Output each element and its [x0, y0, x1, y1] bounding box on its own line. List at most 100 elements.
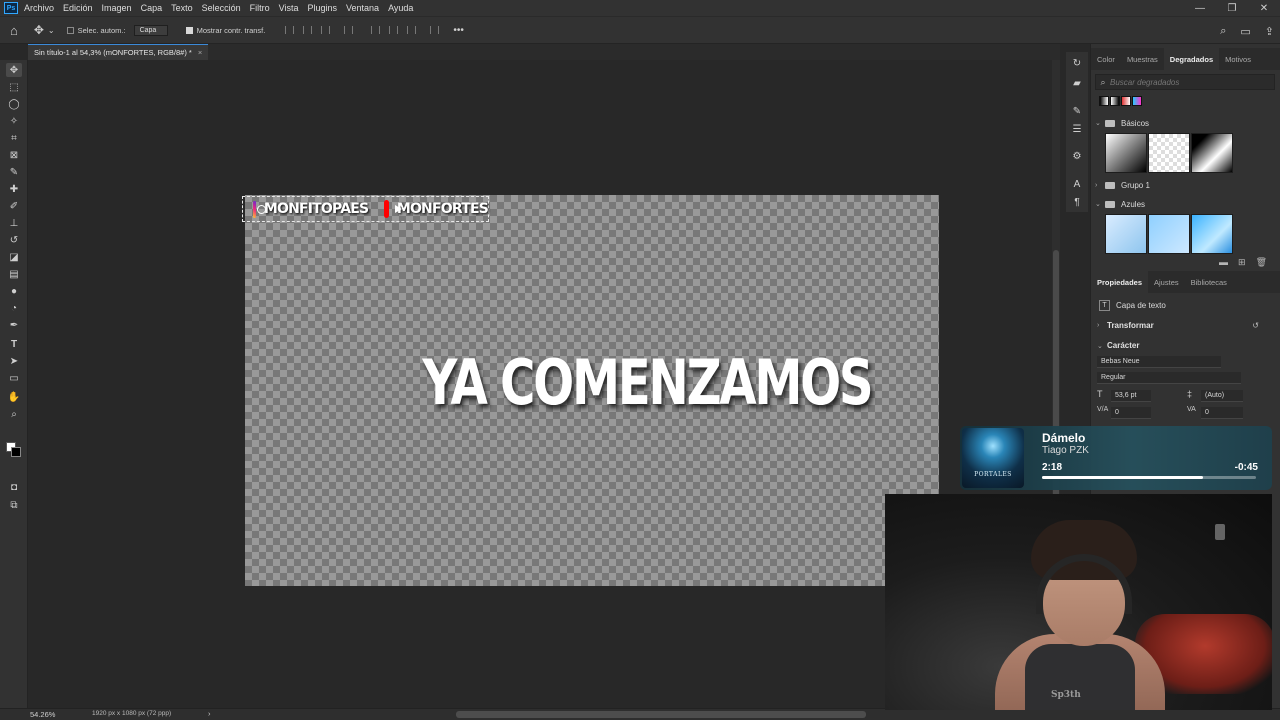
- comments-icon[interactable]: ▰: [1069, 76, 1085, 90]
- transform-section[interactable]: › Transformar ↺: [1097, 321, 1273, 330]
- restore-icon[interactable]: ❐: [1216, 0, 1248, 16]
- font-family-select[interactable]: Bebas Neue: [1097, 356, 1221, 368]
- zoom-level[interactable]: 54.26%: [30, 710, 55, 719]
- tab-muestras[interactable]: Muestras: [1121, 48, 1164, 70]
- align-left-icon[interactable]: [285, 26, 295, 34]
- recent-gradient[interactable]: [1099, 96, 1109, 106]
- headline-text[interactable]: YA COMENZAMOS: [422, 346, 873, 419]
- blur-tool-icon[interactable]: ●: [6, 284, 22, 298]
- align-top-icon[interactable]: [371, 26, 381, 34]
- tab-bibliotecas[interactable]: Bibliotecas: [1185, 271, 1233, 293]
- layer-select[interactable]: Capa: [133, 24, 168, 36]
- new-folder-icon[interactable]: ▬: [1219, 257, 1228, 267]
- tracking-field[interactable]: 0: [1201, 407, 1243, 419]
- align-bottom-icon[interactable]: [407, 26, 417, 34]
- gradient-swatch[interactable]: [1148, 133, 1190, 173]
- workspace-icon[interactable]: ▭: [1240, 25, 1250, 38]
- gradient-swatch[interactable]: [1105, 133, 1147, 173]
- eraser-tool-icon[interactable]: ◪: [6, 250, 22, 264]
- quick-mask-icon[interactable]: ◘: [6, 480, 22, 494]
- screen-mode-icon[interactable]: ⧉: [6, 498, 22, 512]
- align-center-h-icon[interactable]: [303, 26, 313, 34]
- path-select-icon[interactable]: ➤: [6, 354, 22, 368]
- adjustments-icon[interactable]: ☰: [1069, 122, 1085, 136]
- character-icon[interactable]: A: [1069, 177, 1085, 191]
- tab-color[interactable]: Color: [1091, 48, 1121, 70]
- brush-settings-icon[interactable]: ✎: [1069, 104, 1085, 118]
- shape-tool-icon[interactable]: ▭: [6, 371, 22, 385]
- gradient-search-input[interactable]: [1110, 77, 1270, 87]
- auto-select-checkbox[interactable]: Selec. autom.:: [66, 26, 126, 35]
- document-tab[interactable]: Sin título-1 al 54,3% (mONFORTES, RGB/8#…: [28, 44, 209, 60]
- move-tool-icon[interactable]: ✥: [6, 63, 22, 77]
- kerning-field[interactable]: 0: [1111, 407, 1151, 419]
- history-brush-icon[interactable]: ↺: [6, 233, 22, 247]
- recent-gradient[interactable]: [1121, 96, 1131, 106]
- menu-plugins[interactable]: Plugins: [308, 3, 338, 13]
- distribute-icon[interactable]: [344, 26, 354, 34]
- crop-tool-icon[interactable]: ⌗: [6, 131, 22, 145]
- zoom-tool-icon[interactable]: ⌕: [6, 407, 22, 421]
- menu-edicion[interactable]: Edición: [63, 3, 93, 13]
- menu-filtro[interactable]: Filtro: [250, 3, 270, 13]
- hand-tool-icon[interactable]: ✋: [6, 390, 22, 404]
- align-middle-icon[interactable]: [389, 26, 399, 34]
- color-swatches-icon[interactable]: [6, 442, 22, 457]
- folder-basicos[interactable]: ⌄ Básicos: [1095, 115, 1271, 131]
- close-window-icon[interactable]: ✕: [1248, 0, 1280, 16]
- menu-archivo[interactable]: Archivo: [24, 3, 54, 13]
- share-icon[interactable]: ⇪: [1265, 25, 1274, 38]
- gradient-swatch[interactable]: [1191, 133, 1233, 173]
- character-section[interactable]: ⌄ Carácter: [1097, 341, 1273, 350]
- folder-grupo-1[interactable]: › Grupo 1: [1095, 177, 1271, 193]
- font-style-select[interactable]: Regular: [1097, 372, 1241, 384]
- lasso-tool-icon[interactable]: ◯: [6, 97, 22, 111]
- pen-tool-icon[interactable]: ✒: [6, 318, 22, 332]
- paragraph-icon[interactable]: ¶: [1069, 195, 1085, 209]
- stamp-tool-icon[interactable]: ⊥: [6, 216, 22, 230]
- menu-texto[interactable]: Texto: [171, 3, 193, 13]
- dodge-tool-icon[interactable]: ◔: [6, 301, 22, 315]
- font-size-field[interactable]: 53,6 pt: [1111, 390, 1151, 402]
- gradient-swatch[interactable]: [1105, 214, 1147, 254]
- tab-propiedades[interactable]: Propiedades: [1091, 271, 1149, 293]
- tab-degradados[interactable]: Degradados: [1163, 48, 1220, 70]
- show-transform-checkbox[interactable]: Mostrar contr. transf.: [185, 26, 265, 35]
- gradient-swatch[interactable]: [1148, 214, 1190, 254]
- history-icon[interactable]: ↻: [1069, 56, 1085, 70]
- delete-icon[interactable]: 🗑: [1256, 257, 1267, 268]
- menu-seleccion[interactable]: Selección: [202, 3, 241, 13]
- marquee-tool-icon[interactable]: ⬚: [6, 80, 22, 94]
- chevron-down-icon[interactable]: ⌄: [48, 26, 55, 35]
- more-options-button[interactable]: •••: [453, 25, 464, 36]
- minimize-icon[interactable]: —: [1184, 0, 1216, 16]
- menu-ventana[interactable]: Ventana: [346, 3, 379, 13]
- home-icon[interactable]: ⌂: [10, 23, 18, 38]
- gradient-tool-icon[interactable]: ▤: [6, 267, 22, 281]
- menu-ayuda[interactable]: Ayuda: [388, 3, 413, 13]
- align-right-icon[interactable]: [321, 26, 331, 34]
- leading-field[interactable]: (Auto): [1201, 390, 1243, 402]
- brush-tool-icon[interactable]: ✐: [6, 199, 22, 213]
- type-tool-icon[interactable]: T: [6, 337, 22, 351]
- search-icon[interactable]: ⌕: [1220, 25, 1226, 38]
- menu-imagen[interactable]: Imagen: [102, 3, 132, 13]
- eyedropper-icon[interactable]: ✎: [6, 165, 22, 179]
- menu-capa[interactable]: Capa: [141, 3, 163, 13]
- close-icon[interactable]: ×: [198, 48, 202, 57]
- menu-vista[interactable]: Vista: [279, 3, 299, 13]
- tab-ajustes[interactable]: Ajustes: [1148, 271, 1185, 293]
- libraries-icon[interactable]: ⚙: [1069, 149, 1085, 163]
- reset-icon[interactable]: ↺: [1252, 321, 1259, 330]
- social-text-layer-selection[interactable]: MONFITOPAES MONFORTES: [242, 196, 489, 222]
- frame-tool-icon[interactable]: ⊠: [6, 148, 22, 162]
- folder-azules[interactable]: ⌄ Azules: [1095, 196, 1271, 212]
- healing-brush-icon[interactable]: ✚: [6, 182, 22, 196]
- status-arrow-icon[interactable]: ›: [208, 709, 211, 718]
- gradient-swatch[interactable]: [1191, 214, 1233, 254]
- move-tool-icon[interactable]: ✥: [34, 23, 44, 37]
- magic-wand-icon[interactable]: ✧: [6, 114, 22, 128]
- recent-gradient[interactable]: [1132, 96, 1142, 106]
- recent-gradient[interactable]: [1110, 96, 1120, 106]
- horizontal-scroll-thumb[interactable]: [456, 711, 866, 718]
